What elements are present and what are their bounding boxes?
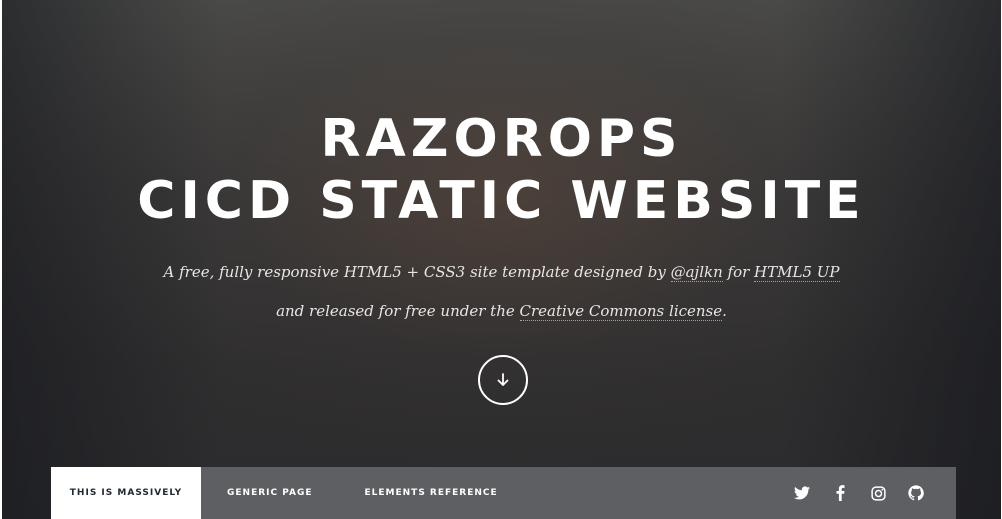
html5up-link[interactable]: HTML5 UP [754, 263, 840, 282]
license-link[interactable]: Creative Commons license [519, 302, 723, 321]
hero-title-line1: RAZOROPS [320, 109, 683, 169]
arrow-down-icon [497, 373, 509, 386]
tagline-text: and released for free under the [276, 302, 520, 320]
nav-item-generic-page[interactable]: GENERIC PAGE [201, 467, 339, 519]
facebook-icon[interactable] [831, 484, 849, 502]
social-links [793, 484, 956, 502]
hero-tagline-line2: and released for free under the Creative… [2, 302, 1001, 321]
author-link[interactable]: @ajlkn [670, 263, 723, 282]
tagline-text: . [722, 302, 727, 320]
tagline-text: A free, fully responsive HTML5 + CSS3 si… [163, 263, 671, 281]
hero-title-line2: CICD STATIC WEBSITE [137, 171, 866, 231]
background-vignette [2, 0, 1001, 519]
twitter-icon[interactable] [793, 484, 811, 502]
tagline-text: for [722, 263, 755, 281]
instagram-icon[interactable] [869, 484, 887, 502]
nav-item-elements-reference[interactable]: ELEMENTS REFERENCE [339, 467, 524, 519]
scroll-down-button[interactable] [478, 355, 528, 405]
hero-section: RAZOROPS CICD STATIC WEBSITE A free, ful… [2, 0, 1001, 519]
hero-tagline-line1: A free, fully responsive HTML5 + CSS3 si… [2, 263, 1001, 282]
nav-item-this-is-massively[interactable]: THIS IS MASSIVELY [51, 467, 201, 519]
main-nav: THIS IS MASSIVELY GENERIC PAGE ELEMENTS … [51, 467, 956, 519]
github-icon[interactable] [907, 484, 925, 502]
